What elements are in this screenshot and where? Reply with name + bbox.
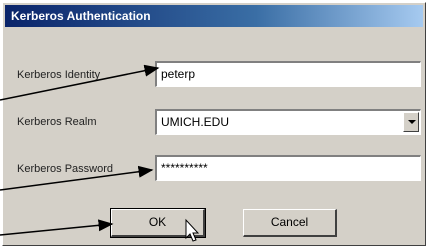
- identity-annotation-arrow: [0, 64, 160, 101]
- ok-annotation-arrow: [0, 219, 114, 236]
- cursor-pointer-icon: [185, 218, 200, 242]
- password-annotation-arrow: [0, 165, 154, 191]
- annotation-arrows: [0, 64, 200, 242]
